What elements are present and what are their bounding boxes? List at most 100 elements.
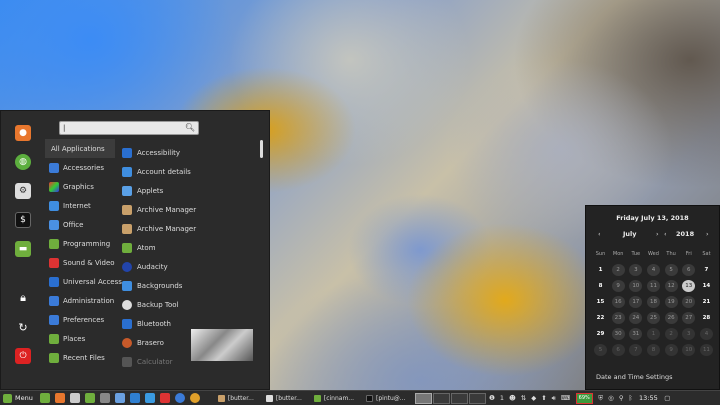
app-item-archive-manager[interactable]: Archive Manager bbox=[119, 200, 259, 219]
calendar-day[interactable]: 8 bbox=[594, 280, 607, 292]
category-administration[interactable]: Administration bbox=[45, 291, 115, 310]
app-item-backup-tool[interactable]: Backup Tool bbox=[119, 295, 259, 314]
workspace-4[interactable] bbox=[468, 392, 486, 404]
calendar-day[interactable]: 26 bbox=[664, 312, 678, 324]
window-button-1[interactable]: [butter... bbox=[215, 393, 257, 404]
files-icon[interactable]: ▬ bbox=[15, 241, 31, 257]
calendar-day[interactable]: 3 bbox=[682, 328, 696, 340]
volume-icon[interactable]: 🔊︎ bbox=[552, 394, 556, 403]
calendar-day[interactable]: 6 bbox=[611, 344, 625, 356]
keyboard-icon[interactable]: ⌨ bbox=[561, 394, 570, 402]
calendar-day[interactable]: 20 bbox=[682, 296, 696, 308]
calendar-day[interactable]: 17 bbox=[629, 296, 643, 308]
search-box[interactable]: 🔍︎ bbox=[59, 121, 199, 135]
category-preferences[interactable]: Preferences bbox=[45, 310, 115, 329]
calendar-day[interactable]: 27 bbox=[682, 312, 696, 324]
calendar-day[interactable]: 3 bbox=[629, 264, 643, 276]
files-launcher-icon[interactable] bbox=[85, 393, 96, 403]
category-all-applications[interactable]: All Applications bbox=[45, 139, 115, 158]
calendar-day[interactable]: 7 bbox=[700, 264, 713, 276]
calendar-day[interactable]: 8 bbox=[646, 344, 660, 356]
updates-icon[interactable]: ⬆ bbox=[541, 394, 546, 402]
app-item-account-details[interactable]: Account details bbox=[119, 162, 259, 181]
logout-icon[interactable]: ↻ bbox=[15, 319, 31, 335]
category-internet[interactable]: Internet bbox=[45, 196, 115, 215]
text-editor-launcher-icon[interactable] bbox=[115, 393, 126, 403]
notifications-icon[interactable]: ❶ bbox=[489, 394, 495, 402]
app-item-archive-manager-2[interactable]: Archive Manager bbox=[119, 219, 259, 238]
firefox-launcher-icon[interactable] bbox=[55, 393, 66, 403]
category-programming[interactable]: Programming bbox=[45, 234, 115, 253]
calendar-day[interactable]: 1 bbox=[646, 328, 660, 340]
calendar-day[interactable]: 15 bbox=[594, 296, 607, 308]
show-desktop-icon[interactable] bbox=[40, 393, 51, 403]
calendar-day[interactable]: 11 bbox=[699, 344, 713, 356]
calendar-day[interactable]: 2 bbox=[611, 264, 625, 276]
power-icon[interactable]: ⏻ bbox=[15, 348, 31, 364]
software-manager-icon[interactable]: ◍ bbox=[15, 154, 31, 170]
workspace-3[interactable] bbox=[450, 392, 468, 404]
category-sound-video[interactable]: Sound & Video bbox=[45, 253, 115, 272]
prev-month-button[interactable]: ‹ bbox=[598, 230, 601, 238]
app-item-atom[interactable]: Atom bbox=[119, 238, 259, 257]
steam-icon[interactable]: ◎ bbox=[608, 394, 614, 402]
workspace-2[interactable] bbox=[432, 392, 450, 404]
calendar-day[interactable]: 30 bbox=[611, 328, 625, 340]
battery-indicator[interactable]: 69% bbox=[575, 392, 593, 404]
menu-button[interactable]: Menu bbox=[0, 391, 38, 405]
vscode-launcher-icon[interactable] bbox=[145, 393, 156, 403]
network-icon[interactable]: ⇅ bbox=[521, 394, 526, 402]
dropbox-icon[interactable]: ◆ bbox=[531, 394, 536, 402]
calendar-day[interactable]: 10 bbox=[682, 344, 696, 356]
calendar-day[interactable]: 9 bbox=[611, 280, 625, 292]
calendar-day[interactable]: 22 bbox=[594, 312, 607, 324]
category-universal-access[interactable]: Universal Access bbox=[45, 272, 122, 291]
firefox-icon[interactable]: ● bbox=[15, 125, 31, 141]
calendar-day[interactable]: 6 bbox=[682, 264, 696, 276]
calendar-day-selected[interactable]: 13 bbox=[682, 280, 696, 292]
category-office[interactable]: Office bbox=[45, 215, 115, 234]
calendar-day[interactable]: 9 bbox=[664, 344, 678, 356]
calendar-day[interactable]: 4 bbox=[646, 264, 660, 276]
category-recent-files[interactable]: Recent Files bbox=[45, 348, 115, 367]
calendar-day[interactable]: 2 bbox=[664, 328, 678, 340]
app-item-accessibility[interactable]: Accessibility bbox=[119, 143, 259, 162]
calendar-day[interactable]: 19 bbox=[664, 296, 678, 308]
calendar-day[interactable]: 21 bbox=[700, 296, 713, 308]
chromium-launcher-icon[interactable] bbox=[190, 393, 201, 403]
calendar-day[interactable]: 29 bbox=[594, 328, 607, 340]
category-places[interactable]: Places bbox=[45, 329, 115, 348]
search-input[interactable] bbox=[60, 122, 180, 134]
lock-icon[interactable]: 🔒︎ bbox=[15, 290, 31, 306]
calendar-day[interactable]: 14 bbox=[700, 280, 713, 292]
calendar-day[interactable]: 25 bbox=[646, 312, 660, 324]
calendar-day[interactable]: 28 bbox=[700, 312, 713, 324]
category-accessories[interactable]: Accessories bbox=[45, 158, 115, 177]
window-button-3[interactable]: [cinnam... bbox=[311, 393, 357, 404]
calendar-day[interactable]: 5 bbox=[594, 344, 607, 356]
calendar-day[interactable]: 16 bbox=[611, 296, 625, 308]
calendar-day[interactable]: 11 bbox=[646, 280, 660, 292]
app-list-scrollbar[interactable] bbox=[260, 140, 263, 158]
app-launcher-icon[interactable] bbox=[100, 393, 111, 403]
settings-icon[interactable]: ⚙ bbox=[15, 183, 31, 199]
app-item-audacity[interactable]: Audacity bbox=[119, 257, 259, 276]
calendar-day[interactable]: 24 bbox=[629, 312, 643, 324]
app-item-applets[interactable]: Applets bbox=[119, 181, 259, 200]
window-button-4[interactable]: [pintu@... bbox=[363, 393, 409, 404]
calendar-day[interactable]: 12 bbox=[664, 280, 678, 292]
skype-launcher-icon[interactable] bbox=[175, 393, 186, 403]
shield-icon[interactable]: ⛨ bbox=[598, 394, 603, 403]
location-icon[interactable]: ⚲ bbox=[619, 394, 624, 402]
calendar-day[interactable]: 5 bbox=[664, 264, 678, 276]
window-button-2[interactable]: [butter... bbox=[263, 393, 305, 404]
chrome-launcher-icon[interactable] bbox=[160, 393, 171, 403]
workspace-1[interactable] bbox=[414, 392, 432, 404]
calendar-day[interactable]: 23 bbox=[611, 312, 625, 324]
date-time-settings-link[interactable]: Date and Time Settings bbox=[596, 373, 673, 381]
terminal-icon[interactable]: $ bbox=[15, 212, 31, 228]
app-item-backgrounds[interactable]: Backgrounds bbox=[119, 276, 259, 295]
show-desktop-corner-icon[interactable]: ▢ bbox=[664, 394, 670, 402]
next-year-button[interactable]: › bbox=[706, 230, 709, 238]
calendar-day[interactable]: 4 bbox=[699, 328, 713, 340]
